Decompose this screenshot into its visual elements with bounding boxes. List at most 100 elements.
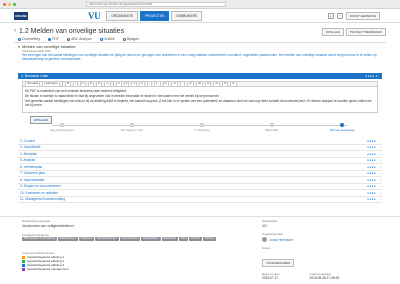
tab-grafiek[interactable]: Grafiek xyxy=(99,37,115,41)
divider xyxy=(0,216,400,217)
special-char-icon[interactable]: Ω xyxy=(213,82,220,86)
bullet-list-button[interactable]: • xyxy=(146,82,153,86)
app-header: ENGINE VU ORGANISATIE PROJECTEN GEBRUIKE… xyxy=(0,9,400,23)
step-not-applicable[interactable]: Niet van toepassing xyxy=(312,123,372,132)
section-row[interactable]: 11. Management samenvatting ●●●● › xyxy=(18,197,382,203)
table-icon[interactable]: ⊞ xyxy=(196,82,203,86)
progress-dots-icon: ●●●● ▾ xyxy=(365,74,378,78)
help-icon[interactable]: ? xyxy=(336,13,343,19)
nav-tab-projecten[interactable]: PROJECTEN xyxy=(139,10,170,21)
number-list-button[interactable]: 1. xyxy=(154,82,161,86)
sections-list: 2. Context ●●●● › 3. Specificatie ●●●● › 4. … xyxy=(18,138,382,203)
strike-button[interactable]: S xyxy=(87,82,94,86)
quote-button[interactable]: " xyxy=(179,82,185,86)
section-description: Het verhogen van het aantal meldingen va… xyxy=(22,53,377,61)
tag[interactable]: Training xyxy=(202,237,216,241)
progress-dots-icon: ●●●● xyxy=(367,190,376,195)
business-case-editor[interactable]: Dit PDF is onderdeel van een centrale bu… xyxy=(22,87,378,113)
vu-logo: VU xyxy=(88,10,101,21)
chevron-right-icon: › xyxy=(380,138,381,143)
main-nav: ORGANISATIE PROJECTEN GEBRUIKERS xyxy=(106,10,203,21)
tag[interactable]: Arbo xyxy=(178,237,189,241)
chevron-right-icon: › xyxy=(380,151,381,156)
italic-button[interactable]: I xyxy=(72,82,78,86)
progress-dots-icon: ●●●● xyxy=(367,177,376,182)
back-arrow-icon[interactable]: ‹ xyxy=(14,28,16,34)
hr-icon[interactable]: ⊟ xyxy=(204,82,212,86)
align-left-button[interactable]: ≡ xyxy=(115,82,122,86)
step-in-progress[interactable]: In uitvoering xyxy=(172,123,232,132)
format-dropdown[interactable]: Opmaak xyxy=(25,82,41,86)
redo-icon[interactable]: ⟳ xyxy=(230,82,237,86)
progress-dots-icon: ●●●● xyxy=(367,197,376,202)
bold-button[interactable]: B xyxy=(64,82,71,86)
font-dropdown[interactable]: Lettertype xyxy=(42,82,60,86)
minimize-window-icon[interactable] xyxy=(8,2,11,6)
user-menu-button[interactable]: JOOST HENNICKE xyxy=(345,12,380,20)
radio-icon xyxy=(99,37,103,41)
nav-tab-gebruikers[interactable]: GEBRUIKERS xyxy=(171,10,203,21)
tag[interactable]: Veiligheid xyxy=(79,237,95,241)
business-case-header[interactable]: 1. Business Case ●●●● ▾ xyxy=(18,73,382,79)
chevron-right-icon: › xyxy=(380,171,381,176)
tag[interactable]: Risicoanalyse xyxy=(58,237,79,241)
legend-swatch xyxy=(22,263,25,267)
save-top-button[interactable]: OPSLAAN xyxy=(321,28,345,36)
notification-icon[interactable]: ● xyxy=(327,13,334,19)
step-circle-icon xyxy=(270,123,274,127)
justify-button[interactable]: ≡ xyxy=(139,82,145,86)
maximize-window-icon[interactable] xyxy=(13,2,16,6)
divider xyxy=(14,42,386,43)
tab-pdf[interactable]: PDF xyxy=(48,37,59,41)
toolbar-separator xyxy=(112,82,114,86)
align-right-button[interactable]: ≡ xyxy=(131,82,138,86)
underline-button[interactable]: U xyxy=(79,82,86,86)
tag[interactable]: Proces xyxy=(189,237,202,241)
window-controls[interactable] xyxy=(3,2,16,6)
tag[interactable]: Meldsysteem xyxy=(141,237,161,241)
nav-tab-organisatie[interactable]: ORGANISATIE xyxy=(106,10,138,21)
chevron-right-icon: › xyxy=(380,177,381,182)
tab-abc-analyse[interactable]: ABC Analyse xyxy=(67,37,92,41)
org-value: VU xyxy=(262,224,267,228)
browser-toolbar: https://test-openlimits.nl/organisatie/A… xyxy=(0,0,400,9)
step-not-started[interactable]: Nog niet begonnen xyxy=(32,123,92,132)
close-window-icon[interactable] xyxy=(3,2,6,6)
chevron-right-icon: › xyxy=(380,190,381,195)
edit-project-button[interactable]: PROJECT BEWERKEN xyxy=(346,28,386,36)
project-owner[interactable]: Joost Hennicke xyxy=(262,237,382,242)
status-label: Status xyxy=(262,246,271,250)
indent-button[interactable]: ⇥ xyxy=(171,82,178,86)
progress-dots-icon: ●●●● xyxy=(367,164,376,169)
progress-dots-icon: ●●●● xyxy=(367,158,376,163)
step-circle-icon xyxy=(130,123,134,127)
page-title-row: ‹ 1.2 Melden van onveilige situaties OPS… xyxy=(14,26,386,36)
address-bar[interactable]: https://test-openlimits.nl/organisatie/A… xyxy=(86,1,226,7)
subscript-button[interactable]: x₂ xyxy=(104,82,111,86)
tab-doelstelling[interactable]: Doelstelling xyxy=(18,37,40,41)
undo-icon[interactable]: ⟲ xyxy=(221,82,229,86)
tag[interactable]: Werkzaamheden xyxy=(95,237,119,241)
step-circle-icon xyxy=(60,123,64,127)
project-owner-label: Projecteigenaar xyxy=(262,232,284,236)
step-circle-icon xyxy=(200,123,204,127)
tag[interactable]: Bewustzijn xyxy=(161,237,178,241)
align-center-button[interactable]: ≡ xyxy=(123,82,130,86)
step-just-started[interactable]: Net begon te zien xyxy=(102,123,162,132)
link-icon[interactable]: 🔗 xyxy=(186,82,195,86)
tab-bijlagen[interactable]: Bijlagen xyxy=(122,37,139,41)
tag[interactable]: PDF analyse & verbetering xyxy=(22,237,57,241)
legend-swatch xyxy=(22,259,25,263)
avatar xyxy=(262,237,267,242)
status-button[interactable]: VOORGENOMEN xyxy=(262,259,295,267)
sub-tabs: Doelstelling PDF ABC Analyse Grafiek Bij… xyxy=(18,37,139,41)
chevron-right-icon: › xyxy=(380,145,381,150)
chevron-right-icon: › xyxy=(380,184,381,189)
superscript-button[interactable]: x² xyxy=(95,82,103,86)
legend-swatch xyxy=(22,267,25,271)
legend: Aandachtsgebied afdeling 1 Aandachtsgebi… xyxy=(22,255,69,271)
outdent-button[interactable]: ⇤ xyxy=(162,82,170,86)
tag[interactable]: Communicatie xyxy=(119,237,141,241)
engine-logo[interactable]: ENGINE xyxy=(14,11,28,20)
step-almost-done[interactable]: Bijna klaar xyxy=(242,123,302,132)
